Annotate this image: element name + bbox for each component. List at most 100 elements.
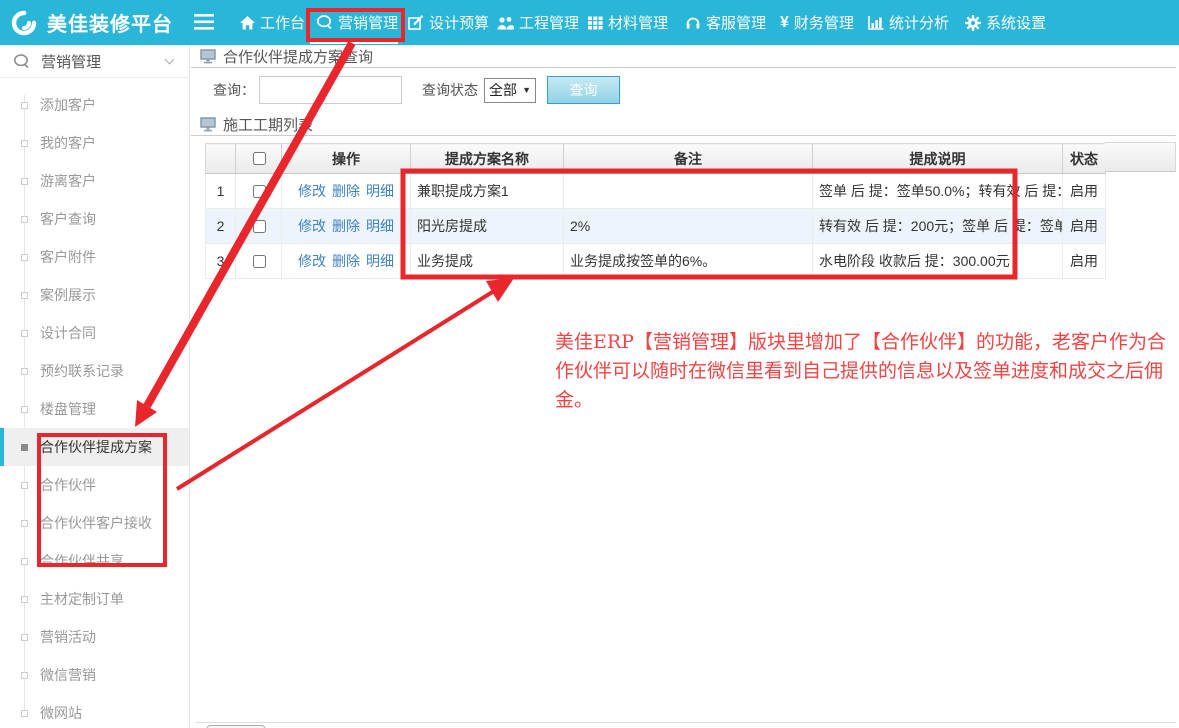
home-icon: [240, 16, 255, 30]
row-checkbox[interactable]: [253, 220, 266, 233]
sidebar-section-label: 营销管理: [41, 51, 101, 72]
col-header: 备注: [564, 144, 813, 174]
status-label: 查询状态: [422, 80, 478, 100]
commission-desc-cell: 水电阶段 收款后 提：300.00元: [813, 244, 1063, 279]
sidebar-section-header[interactable]: 营销管理: [0, 45, 189, 78]
col-header: 提成说明: [813, 144, 1063, 174]
checkbox-cell: [236, 244, 282, 279]
chat-icon: [316, 15, 333, 30]
sidebar-item[interactable]: 预约联系记录: [0, 352, 189, 390]
section-header-list: 施工工期列表: [191, 113, 1176, 136]
plan-name-cell: 兼职提成方案1: [411, 174, 564, 209]
dropdown-arrow-icon: ▼: [522, 85, 531, 95]
status-select[interactable]: 全部 ▼: [484, 78, 536, 103]
note-cell: [564, 174, 813, 209]
menu-icon[interactable]: [194, 14, 214, 35]
delete-link[interactable]: 删除: [332, 183, 360, 199]
sidebar-item[interactable]: 添加客户: [0, 86, 189, 124]
nav-item[interactable]: ¥财务管理: [780, 0, 854, 45]
nav-item[interactable]: 系统设置: [965, 0, 1046, 45]
gear-icon: [965, 15, 981, 31]
nav-item-label: 系统设置: [986, 12, 1046, 33]
commission-desc-cell: 签单 后 提：签单50.0%；转有效 后 提：: [813, 174, 1063, 209]
row-number-header: [206, 144, 236, 174]
status-select-value: 全部: [489, 80, 517, 100]
sidebar-menu: 添加客户我的客户游离客户客户查询客户附件案例展示设计合同预约联系记录楼盘管理合作…: [0, 86, 189, 728]
sidebar-item[interactable]: 营销活动: [0, 618, 189, 656]
sidebar-item[interactable]: 合作伙伴提成方案: [0, 428, 189, 466]
detail-link[interactable]: 明细: [366, 218, 394, 234]
sidebar-item[interactable]: 设计合同: [0, 314, 189, 352]
grid-icon: [588, 16, 603, 30]
sidebar-item[interactable]: 案例展示: [0, 276, 189, 314]
chat-icon: [13, 54, 30, 69]
nav-item[interactable]: 客服管理: [685, 0, 766, 45]
nav-item[interactable]: 统计分析: [868, 0, 949, 45]
nav-item-label: 工作台: [260, 12, 305, 33]
delete-link[interactable]: 删除: [332, 218, 360, 234]
nav-item-label: 材料管理: [608, 12, 668, 33]
nav-item-label: 工程管理: [519, 12, 579, 33]
checkbox-cell: [236, 174, 282, 209]
annotation-text: 美佳ERP【营销管理】版块里增加了【合作伙伴】的功能，老客户作为合作伙伴可以随时…: [555, 328, 1177, 415]
detail-link[interactable]: 明细: [366, 253, 394, 269]
sidebar-item[interactable]: 客户附件: [0, 238, 189, 276]
nav-item-label: 设计预算: [429, 12, 489, 33]
sidebar-item[interactable]: 客户查询: [0, 200, 189, 238]
search-button[interactable]: 查询: [547, 76, 620, 104]
note-cell: 2%: [564, 209, 813, 244]
col-header: 状态: [1063, 144, 1106, 174]
checkbox-header: [236, 144, 282, 174]
sidebar: 营销管理 添加客户我的客户游离客户客户查询客户附件案例展示设计合同预约联系记录楼…: [0, 45, 190, 728]
plan-name-cell: 业务提成: [411, 244, 564, 279]
nav-item[interactable]: 设计预算: [408, 0, 489, 45]
table-row: 3修改删除明细业务提成业务提成按签单的6%。水电阶段 收款后 提：300.00元…: [206, 244, 1106, 279]
monitor-icon: [200, 49, 216, 64]
chart-icon: [868, 16, 884, 30]
sidebar-item[interactable]: 微网站: [0, 694, 189, 728]
section-title: 施工工期列表: [223, 114, 313, 135]
nav-item[interactable]: 材料管理: [588, 0, 668, 45]
row-number-cell: 2: [206, 209, 236, 244]
sidebar-item[interactable]: 微信营销: [0, 656, 189, 694]
table-header-filler: [1105, 142, 1176, 172]
plans-table: 操作 提成方案名称 备注 提成说明 状态 1修改删除明细兼职提成方案1签单 后 …: [205, 143, 1106, 279]
search-input[interactable]: [259, 76, 402, 104]
plan-name-cell: 阳光房提成: [411, 209, 564, 244]
table-header-row: 操作 提成方案名称 备注 提成说明 状态: [206, 144, 1106, 174]
row-checkbox[interactable]: [253, 185, 266, 198]
sidebar-item[interactable]: 楼盘管理: [0, 390, 189, 428]
actions-cell: 修改删除明细: [282, 174, 411, 209]
sidebar-item[interactable]: 游离客户: [0, 162, 189, 200]
footer-divider: [196, 722, 1176, 723]
edit-icon: [408, 15, 424, 30]
note-cell: 业务提成按签单的6%。: [564, 244, 813, 279]
logo-text: 美佳装修平台: [47, 8, 173, 37]
sidebar-item[interactable]: 我的客户: [0, 124, 189, 162]
sidebar-item[interactable]: 合作伙伴共享: [0, 542, 189, 580]
detail-link[interactable]: 明细: [366, 183, 394, 199]
delete-link[interactable]: 删除: [332, 253, 360, 269]
nav-item[interactable]: 工作台: [240, 0, 305, 45]
nav-item[interactable]: 营销管理: [316, 0, 398, 45]
status-cell: 启用: [1063, 244, 1106, 279]
commission-desc-cell: 转有效 后 提：200元；签单 后 提：签单: [813, 209, 1063, 244]
users-icon: [497, 16, 514, 30]
actions-cell: 修改删除明细: [282, 209, 411, 244]
logo: 美佳装修平台: [8, 0, 173, 45]
edit-link[interactable]: 修改: [298, 183, 326, 199]
row-checkbox[interactable]: [253, 255, 266, 268]
nav-item[interactable]: 工程管理: [497, 0, 579, 45]
edit-link[interactable]: 修改: [298, 253, 326, 269]
sidebar-item[interactable]: 合作伙伴: [0, 466, 189, 504]
sidebar-item[interactable]: 主材定制订单: [0, 580, 189, 618]
headset-icon: [685, 15, 701, 30]
search-form: 查询： 查询状态 全部 ▼ 查询: [191, 75, 1179, 105]
col-header: 提成方案名称: [411, 144, 564, 174]
logo-icon: [8, 7, 40, 39]
search-label: 查询：: [213, 80, 255, 100]
sidebar-item[interactable]: 合作伙伴客户接收: [0, 504, 189, 542]
edit-link[interactable]: 修改: [298, 218, 326, 234]
section-title: 合作伙伴提成方案查询: [223, 46, 373, 67]
select-all-checkbox[interactable]: [253, 152, 266, 165]
